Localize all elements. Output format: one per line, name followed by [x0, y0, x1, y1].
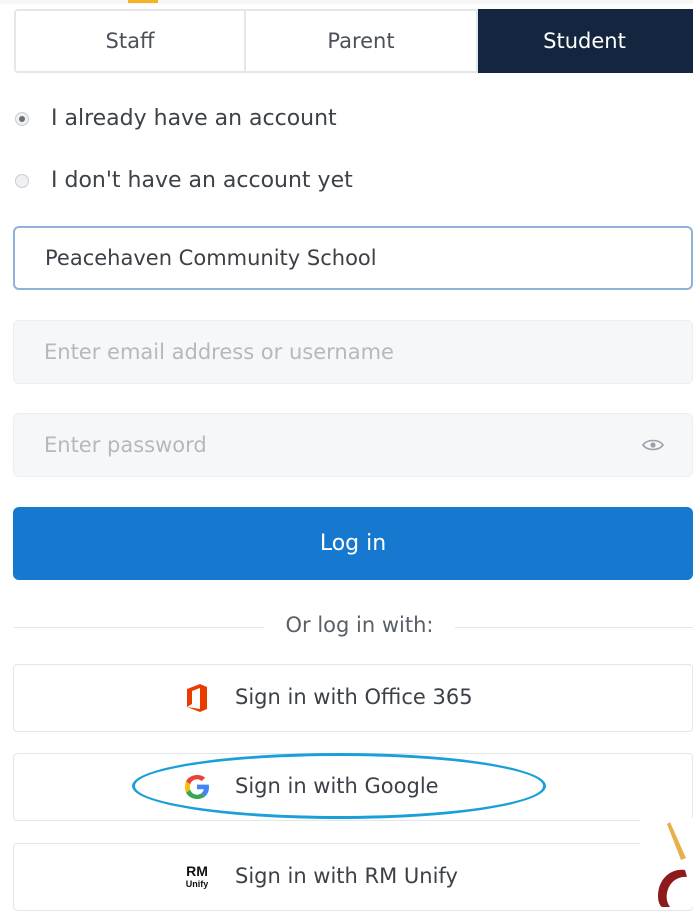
radio-button-unchecked[interactable] — [15, 173, 29, 188]
rm-logo-text: RM — [186, 863, 208, 879]
top-accent — [128, 0, 158, 3]
tab-student[interactable]: Student — [478, 9, 693, 73]
radio-button-checked[interactable] — [15, 111, 29, 126]
office-365-icon — [187, 684, 207, 712]
radio-label-new: I don't have an account yet — [51, 168, 353, 193]
school-input[interactable]: Peacehaven Community School — [13, 226, 693, 290]
email-input[interactable]: Enter email address or username — [13, 320, 693, 384]
divider-text: Or log in with: — [285, 613, 434, 637]
rm-unify-icon: RM Unify — [186, 863, 209, 889]
radio-label-existing: I already have an account — [51, 106, 337, 131]
divider-line-left — [14, 627, 264, 628]
email-input-placeholder: Enter email address or username — [44, 340, 394, 364]
office-365-button[interactable]: Sign in with Office 365 — [13, 664, 693, 732]
tab-parent[interactable]: Parent — [246, 9, 478, 73]
google-label: Sign in with Google — [235, 774, 439, 798]
rm-unify-label: Sign in with RM Unify — [235, 864, 458, 888]
tab-staff[interactable]: Staff — [14, 9, 246, 73]
rm-logo-subtext: Unify — [186, 879, 209, 889]
radio-existing-account[interactable]: I already have an account — [15, 106, 337, 131]
password-input-placeholder: Enter password — [44, 433, 207, 457]
login-button[interactable]: Log in — [13, 507, 693, 580]
eye-icon[interactable] — [642, 438, 664, 452]
divider-line-right — [455, 627, 693, 628]
school-input-value: Peacehaven Community School — [45, 246, 377, 270]
login-button-label: Log in — [319, 531, 387, 556]
rm-unify-button[interactable]: RM Unify Sign in with RM Unify — [13, 843, 693, 911]
password-input[interactable]: Enter password — [13, 413, 693, 477]
top-strip — [0, 0, 693, 4]
corner-logo-graphic — [640, 818, 693, 907]
radio-new-account[interactable]: I don't have an account yet — [15, 168, 353, 193]
office-365-label: Sign in with Office 365 — [235, 685, 473, 709]
user-type-tabs: Staff Parent Student — [14, 9, 693, 73]
google-button[interactable]: Sign in with Google — [13, 753, 693, 821]
google-icon — [185, 775, 209, 799]
